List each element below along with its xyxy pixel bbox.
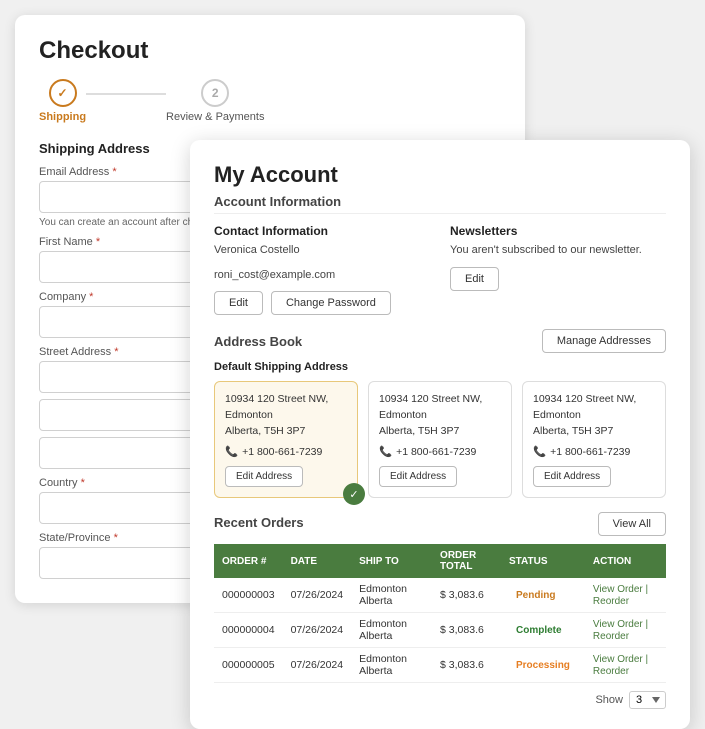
address-text-1: 10934 120 Street NW, EdmontonAlberta, T5… <box>225 392 347 439</box>
cell-ship-to: Edmonton Alberta <box>351 613 432 648</box>
newsletters-block: Newsletters You aren't subscribed to our… <box>450 224 666 315</box>
cell-order-num: 000000004 <box>214 613 283 648</box>
view-all-button[interactable]: View All <box>598 512 666 536</box>
address-phone-3: 📞 +1 800-661-7239 <box>533 445 655 458</box>
step-shipping: ✓ Shipping <box>39 79 86 123</box>
step-review: 2 Review & Payments <box>166 79 264 123</box>
checkout-title: Checkout <box>39 37 501 65</box>
step-label-review: Review & Payments <box>166 111 264 123</box>
status-badge: Processing <box>509 658 577 673</box>
address-cards-row: 10934 120 Street NW, EdmontonAlberta, T5… <box>214 381 666 498</box>
cell-status: Processing <box>501 648 585 683</box>
cell-order-num: 000000005 <box>214 648 283 683</box>
cell-date: 07/26/2024 <box>283 578 352 613</box>
manage-addresses-button[interactable]: Manage Addresses <box>542 329 666 353</box>
address-text-2: 10934 120 Street NW, EdmontonAlberta, T5… <box>379 392 501 439</box>
cell-ship-to: Edmonton Alberta <box>351 578 432 613</box>
cell-status: Pending <box>501 578 585 613</box>
edit-newsletter-button[interactable]: Edit <box>450 267 499 291</box>
contact-info-title: Contact Information <box>214 224 430 238</box>
default-shipping-label: Default Shipping Address <box>214 361 666 373</box>
account-info-title: Account Information <box>214 194 666 214</box>
col-action: ACTION <box>585 544 666 578</box>
table-row: 000000004 07/26/2024 Edmonton Alberta $ … <box>214 613 666 648</box>
table-header-row: ORDER # DATE SHIP TO ORDER TOTAL STATUS … <box>214 544 666 578</box>
col-date: DATE <box>283 544 352 578</box>
show-select[interactable]: 3 5 10 <box>629 691 666 709</box>
address-card-1: 10934 120 Street NW, EdmontonAlberta, T5… <box>214 381 358 498</box>
cell-total: $ 3,083.6 <box>432 613 501 648</box>
step-circle-shipping: ✓ <box>49 79 77 107</box>
edit-contact-button[interactable]: Edit <box>214 291 263 315</box>
cell-date: 07/26/2024 <box>283 648 352 683</box>
steps-row: ✓ Shipping 2 Review & Payments <box>39 79 501 123</box>
address-book-title: Address Book <box>214 334 302 349</box>
address-phone-2: 📞 +1 800-661-7239 <box>379 445 501 458</box>
cell-ship-to: Edmonton Alberta <box>351 648 432 683</box>
show-row: Show 3 5 10 <box>214 691 666 709</box>
change-password-button[interactable]: Change Password <box>271 291 391 315</box>
edit-address-button-1[interactable]: Edit Address <box>225 466 303 487</box>
table-row: 000000003 07/26/2024 Edmonton Alberta $ … <box>214 578 666 613</box>
recent-orders-header: Recent Orders View All <box>214 512 666 536</box>
account-info-row: Contact Information Veronica Costello ro… <box>214 224 666 315</box>
address-book-header: Address Book Manage Addresses <box>214 329 666 353</box>
cell-total: $ 3,083.6 <box>432 648 501 683</box>
table-row: 000000005 07/26/2024 Edmonton Alberta $ … <box>214 648 666 683</box>
status-badge: Complete <box>509 623 569 638</box>
contact-email: roni_cost@example.com <box>214 267 430 284</box>
step-connector <box>86 93 166 95</box>
action-link[interactable]: View Order | Reorder <box>593 584 648 607</box>
edit-address-button-2[interactable]: Edit Address <box>379 466 457 487</box>
address-phone-1: 📞 +1 800-661-7239 <box>225 445 347 458</box>
newsletters-text: You aren't subscribed to our newsletter. <box>450 242 666 259</box>
address-text-3: 10934 120 Street NW, EdmontonAlberta, T5… <box>533 392 655 439</box>
cell-order-num: 000000003 <box>214 578 283 613</box>
recent-orders-title: Recent Orders <box>214 515 304 534</box>
address-card-3: 10934 120 Street NW, EdmontonAlberta, T5… <box>522 381 666 498</box>
phone-icon-1: 📞 <box>225 445 238 458</box>
edit-address-button-3[interactable]: Edit Address <box>533 466 611 487</box>
cell-action[interactable]: View Order | Reorder <box>585 613 666 648</box>
cell-action[interactable]: View Order | Reorder <box>585 648 666 683</box>
show-label: Show <box>595 694 623 706</box>
cell-total: $ 3,083.6 <box>432 578 501 613</box>
action-link[interactable]: View Order | Reorder <box>593 619 648 642</box>
action-link[interactable]: View Order | Reorder <box>593 654 648 677</box>
account-title: My Account <box>214 162 666 188</box>
phone-icon-3: 📞 <box>533 445 546 458</box>
col-status: STATUS <box>501 544 585 578</box>
step-circle-review: 2 <box>201 79 229 107</box>
col-order-num: ORDER # <box>214 544 283 578</box>
cell-action[interactable]: View Order | Reorder <box>585 578 666 613</box>
status-badge: Pending <box>509 588 562 603</box>
cell-date: 07/26/2024 <box>283 613 352 648</box>
account-card: My Account Account Information Contact I… <box>190 140 690 729</box>
phone-icon-2: 📞 <box>379 445 392 458</box>
contact-info-block: Contact Information Veronica Costello ro… <box>214 224 430 315</box>
cell-status: Complete <box>501 613 585 648</box>
contact-name: Veronica Costello <box>214 242 430 259</box>
address-card-2: 10934 120 Street NW, EdmontonAlberta, T5… <box>368 381 512 498</box>
orders-table: ORDER # DATE SHIP TO ORDER TOTAL STATUS … <box>214 544 666 683</box>
newsletters-title: Newsletters <box>450 224 666 238</box>
check-badge-1: ✓ <box>343 483 365 505</box>
col-total: ORDER TOTAL <box>432 544 501 578</box>
step-label-shipping: Shipping <box>39 111 86 123</box>
col-ship-to: SHIP TO <box>351 544 432 578</box>
